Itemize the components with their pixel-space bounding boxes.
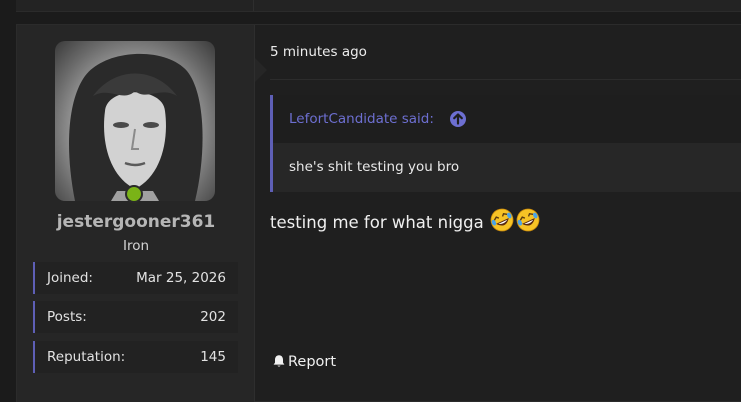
rolling-on-floor-laughing-emoji xyxy=(515,207,541,237)
quote-text: she's shit testing you bro xyxy=(289,159,460,175)
previous-post xyxy=(16,0,741,12)
post-message: testing me for what nigga xyxy=(270,207,541,237)
user-rank: Iron xyxy=(122,238,150,254)
online-status-indicator xyxy=(125,185,143,203)
arrow-up-circle-icon[interactable] xyxy=(450,111,466,127)
quote-block: LefortCandidate said: she's shit testing… xyxy=(270,95,741,192)
rolling-on-floor-laughing-emoji xyxy=(489,207,515,237)
stat-label: Reputation: xyxy=(47,349,126,365)
message-text: testing me for what nigga xyxy=(270,213,484,232)
user-info-panel: jestergooner361 Iron Joined: Mar 25, 202… xyxy=(17,25,255,402)
stat-posts: Posts: 202 xyxy=(33,301,238,333)
previous-post-divider xyxy=(253,0,254,11)
post-timestamp[interactable]: 5 minutes ago xyxy=(270,44,367,60)
username-link[interactable]: jestergooner361 xyxy=(17,212,255,232)
stat-reputation: Reputation: 145 xyxy=(33,341,238,373)
header-divider xyxy=(270,79,741,80)
quote-header: LefortCandidate said: xyxy=(273,95,741,143)
stat-label: Posts: xyxy=(47,309,87,325)
quote-body: she's shit testing you bro xyxy=(273,143,741,192)
stat-joined: Joined: Mar 25, 2026 xyxy=(33,262,238,294)
user-panel-arrow xyxy=(255,58,267,82)
report-label: Report xyxy=(288,354,337,370)
stat-label: Joined: xyxy=(47,270,93,286)
avatar[interactable] xyxy=(55,41,215,201)
report-button[interactable]: Report xyxy=(272,354,336,370)
avatar-portrait-icon xyxy=(69,53,203,201)
stat-value: 202 xyxy=(200,309,226,325)
stat-value: Mar 25, 2026 xyxy=(136,270,226,286)
stat-value: 145 xyxy=(200,349,226,365)
quote-author-link[interactable]: LefortCandidate said: xyxy=(289,111,434,127)
bell-icon xyxy=(273,355,285,367)
post: jestergooner361 Iron Joined: Mar 25, 202… xyxy=(16,24,741,402)
thread-page: jestergooner361 Iron Joined: Mar 25, 202… xyxy=(0,0,741,402)
